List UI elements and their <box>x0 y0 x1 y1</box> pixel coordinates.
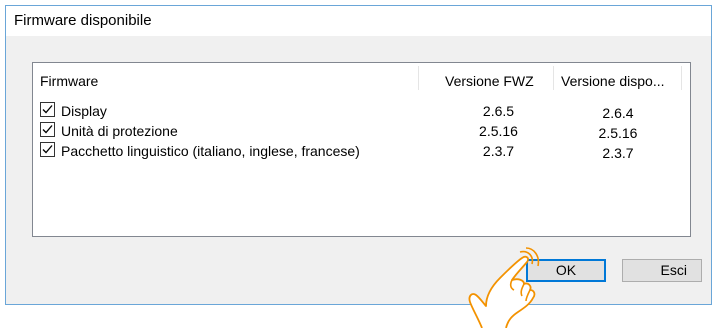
row-versione-dispositivo: 2.5.16 <box>598 125 638 141</box>
esci-button[interactable]: Esci <box>622 259 702 282</box>
column-separator[interactable] <box>418 66 419 90</box>
column-header-versione-dispositivo[interactable]: Versione dispo... <box>561 73 665 89</box>
table-row[interactable]: Pacchetto linguistico (italiano, inglese… <box>33 141 690 161</box>
row-firmware-name: Pacchetto linguistico (italiano, inglese… <box>61 143 360 159</box>
checkmark-icon <box>42 145 53 154</box>
firmware-list[interactable]: Firmware Versione FWZ Versione dispo... … <box>32 62 691 237</box>
row-firmware-name: Unità di protezione <box>61 123 178 139</box>
firmware-dialog: Firmware disponibile Firmware Versione F… <box>5 5 712 305</box>
column-header-firmware[interactable]: Firmware <box>40 73 98 89</box>
row-checkbox[interactable] <box>40 142 55 157</box>
column-separator[interactable] <box>553 66 554 90</box>
row-checkbox[interactable] <box>40 102 55 117</box>
row-versione-fwz: 2.3.7 <box>482 143 515 159</box>
table-row[interactable]: Unità di protezione 2.5.16 2.5.16 <box>33 121 690 141</box>
row-versione-dispositivo: 2.6.4 <box>602 105 634 121</box>
checkmark-icon <box>42 105 53 114</box>
hand-pointer-icon <box>468 247 540 328</box>
table-row[interactable]: Display 2.6.5 2.6.4 <box>33 101 690 121</box>
checkmark-icon <box>42 125 53 134</box>
list-header: Firmware Versione FWZ Versione dispo... <box>33 63 690 92</box>
row-firmware-name: Display <box>61 103 107 119</box>
window-title: Firmware disponibile <box>14 12 152 29</box>
column-separator[interactable] <box>681 66 682 90</box>
row-versione-fwz: 2.5.16 <box>479 123 518 139</box>
row-versione-dispositivo: 2.3.7 <box>602 145 634 161</box>
column-header-versione-fwz[interactable]: Versione FWZ <box>445 73 534 89</box>
row-versione-fwz: 2.6.5 <box>482 103 515 119</box>
row-checkbox[interactable] <box>40 122 55 137</box>
title-bar: Firmware disponibile <box>6 6 711 36</box>
